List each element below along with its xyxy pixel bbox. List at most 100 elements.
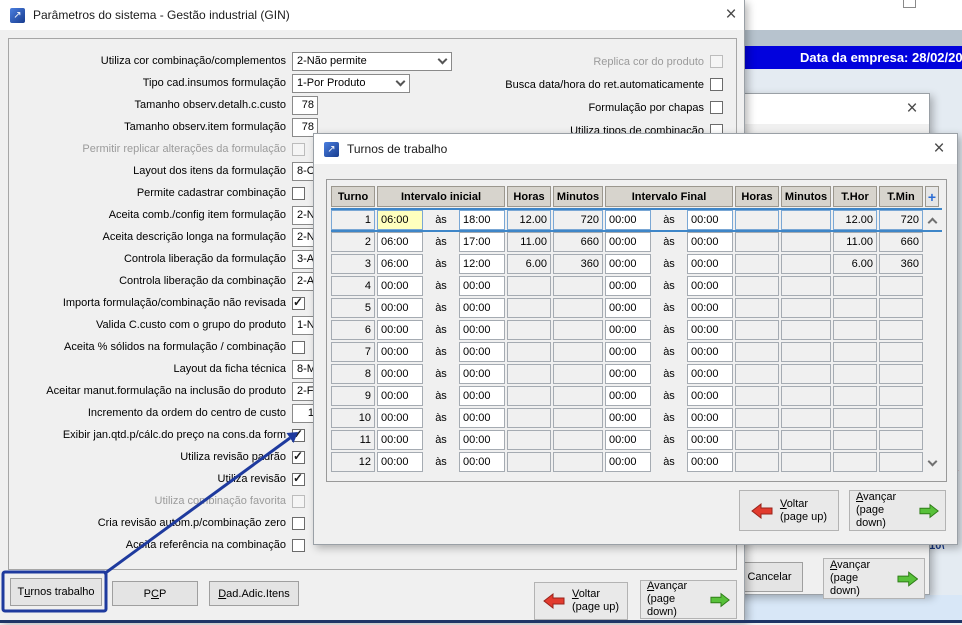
interval-start-input[interactable]: 00:00 <box>377 386 423 406</box>
interval-final-input[interactable]: 00:00 <box>605 452 651 472</box>
checkbox[interactable] <box>710 78 723 91</box>
minutos2-cell <box>781 342 831 362</box>
nav-button-label-line1: Avançar <box>647 580 687 593</box>
scroll-up-icon[interactable] <box>925 210 939 230</box>
checkbox[interactable] <box>292 187 305 200</box>
interval-final-input[interactable]: 00:00 <box>605 320 651 340</box>
interval-start-end-input[interactable]: 00:00 <box>459 342 505 362</box>
checkbox[interactable] <box>292 143 305 156</box>
interval-final-end-input[interactable]: 00:00 <box>687 276 733 296</box>
cancel-button[interactable]: Cancelar <box>736 562 803 592</box>
interval-start-end-input[interactable]: 00:00 <box>459 386 505 406</box>
interval-start-input[interactable]: 00:00 <box>377 342 423 362</box>
interval-start-input[interactable]: 00:00 <box>377 408 423 428</box>
scroll-down-icon[interactable] <box>925 452 939 472</box>
horas-cell: 12.00 <box>507 210 551 230</box>
dropdown[interactable]: 1-Por Produto <box>292 74 410 93</box>
interval-final-input[interactable]: 00:00 <box>605 298 651 318</box>
checkbox[interactable]: ✓ <box>292 297 305 310</box>
interval-final-end-input[interactable]: 00:00 <box>687 232 733 252</box>
interval-final-input[interactable]: 00:00 <box>605 342 651 362</box>
field-control-zone <box>708 78 730 91</box>
interval-start-end-input[interactable]: 00:00 <box>459 320 505 340</box>
interval-start-input[interactable]: 00:00 <box>377 276 423 296</box>
total-horas-cell: 11.00 <box>833 232 877 252</box>
app-icon: ↗ <box>324 142 339 157</box>
checkbox[interactable] <box>710 55 723 68</box>
dropdown-value: 2-F <box>297 385 314 397</box>
interval-final-end-input[interactable]: 00:00 <box>687 408 733 428</box>
interval-final-end-input[interactable]: 00:00 <box>687 386 733 406</box>
interval-final-end-input[interactable]: 00:00 <box>687 452 733 472</box>
interval-start-end-input[interactable]: 12:00 <box>459 254 505 274</box>
interval-start-input[interactable]: 00:00 <box>377 298 423 318</box>
interval-start-end-input[interactable]: 00:00 <box>459 430 505 450</box>
pcp-button[interactable]: PCP <box>112 581 198 606</box>
table-row: 1100:00às00:0000:00às00:00 <box>331 430 942 450</box>
checkbox[interactable]: ✓ <box>292 429 305 442</box>
company-date-banner: Data da empresa: 28/02/20 <box>745 46 962 69</box>
checkbox[interactable]: ✓ <box>292 473 305 486</box>
interval-final-input[interactable]: 00:00 <box>605 232 651 252</box>
close-icon[interactable]: × <box>928 137 950 161</box>
interval-start-end-input[interactable]: 18:00 <box>459 210 505 230</box>
text-input[interactable]: 78 <box>292 96 318 115</box>
interval-final-end-input[interactable]: 00:00 <box>687 254 733 274</box>
checkbox[interactable] <box>292 495 305 508</box>
close-icon[interactable]: × <box>720 3 742 27</box>
interval-final-end-input[interactable]: 00:00 <box>687 342 733 362</box>
interval-start-input[interactable]: 06:00 <box>377 210 423 230</box>
interval-final-end-input[interactable]: 00:00 <box>687 320 733 340</box>
checkbox[interactable] <box>292 539 305 552</box>
interval-final-input[interactable]: 00:00 <box>605 276 651 296</box>
interval-start-end-input[interactable]: 00:00 <box>459 408 505 428</box>
interval-final-input[interactable]: 00:00 <box>605 364 651 384</box>
interval-final-input[interactable]: 00:00 <box>605 210 651 230</box>
dad-adic-itens-button[interactable]: Dad.Adic.Itens <box>209 581 299 606</box>
interval-final-end-input[interactable]: 00:00 <box>687 430 733 450</box>
interval-final-input[interactable]: 00:00 <box>605 408 651 428</box>
close-icon[interactable]: × <box>901 97 923 121</box>
interval-start-input[interactable]: 00:00 <box>377 452 423 472</box>
avancar-button-main[interactable]: Avançar(page down) <box>640 580 737 619</box>
add-row-button[interactable]: + <box>925 186 939 207</box>
interval-start-end-input[interactable]: 00:00 <box>459 364 505 384</box>
interval-final-end-input[interactable]: 00:00 <box>687 364 733 384</box>
checkbox[interactable] <box>710 101 723 114</box>
total-minutos-cell <box>879 276 923 296</box>
checkbox[interactable] <box>292 341 305 354</box>
interval-start-end-input[interactable]: 00:00 <box>459 452 505 472</box>
interval-final-end-input[interactable]: 00:00 <box>687 298 733 318</box>
interval-start-input[interactable]: 06:00 <box>377 254 423 274</box>
as-label: às <box>653 254 685 274</box>
interval-final-input[interactable]: 00:00 <box>605 430 651 450</box>
turnos-trabalho-button[interactable]: Turnos trabalho <box>10 578 102 606</box>
nav-button-label-line2: (page down) <box>647 593 703 619</box>
checkbox[interactable] <box>292 517 305 530</box>
field-label: Cria revisão autom.p/combinação zero <box>98 517 286 529</box>
voltar-button-turnos[interactable]: Voltar(page up) <box>739 490 839 531</box>
horas2-cell <box>735 408 779 428</box>
interval-final-end-input[interactable]: 00:00 <box>687 210 733 230</box>
avancar-button-intermediate[interactable]: Avançar(page down) <box>823 558 925 599</box>
interval-start-end-input[interactable]: 00:00 <box>459 276 505 296</box>
table-row: 600:00às00:0000:00às00:00 <box>331 320 942 340</box>
interval-start-end-input[interactable]: 00:00 <box>459 298 505 318</box>
interval-start-input[interactable]: 00:00 <box>377 364 423 384</box>
app-icon-arrow: ↗ <box>13 10 21 21</box>
interval-start-input[interactable]: 06:00 <box>377 232 423 252</box>
interval-start-end-input[interactable]: 17:00 <box>459 232 505 252</box>
total-minutos-cell <box>879 342 923 362</box>
interval-final-input[interactable]: 00:00 <box>605 386 651 406</box>
interval-start-input[interactable]: 00:00 <box>377 430 423 450</box>
avancar-button-turnos[interactable]: Avançar(page down) <box>849 490 946 531</box>
checkbox[interactable]: ✓ <box>292 451 305 464</box>
voltar-button-main[interactable]: Voltar(page up) <box>534 582 628 620</box>
horas2-cell <box>735 210 779 230</box>
interval-final-input[interactable]: 00:00 <box>605 254 651 274</box>
interval-start-input[interactable]: 00:00 <box>377 320 423 340</box>
check-icon: ✓ <box>293 471 303 485</box>
turno-cell: 10 <box>331 408 375 428</box>
background-checkbox[interactable] <box>903 0 916 8</box>
field-label: Valida C.custo com o grupo do produto <box>96 319 286 331</box>
